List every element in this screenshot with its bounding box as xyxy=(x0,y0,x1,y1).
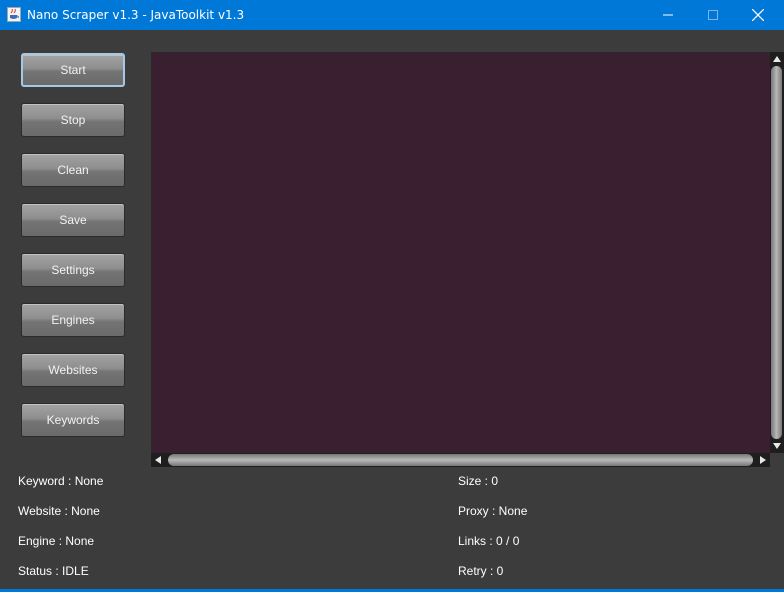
maximize-icon xyxy=(708,10,718,20)
proxy-status: Proxy : None xyxy=(458,504,528,518)
save-button[interactable]: Save xyxy=(21,203,125,237)
scroll-right-icon[interactable] xyxy=(760,456,766,464)
engine-status: Engine : None xyxy=(18,534,95,548)
vertical-scroll-thumb[interactable] xyxy=(771,66,782,439)
minimize-button[interactable] xyxy=(645,0,691,30)
minimize-icon xyxy=(663,14,673,16)
scroll-up-icon[interactable] xyxy=(773,56,781,62)
scroll-down-icon[interactable] xyxy=(773,443,781,449)
horizontal-scrollbar[interactable] xyxy=(151,453,770,467)
keyword-status: Keyword : None xyxy=(18,474,104,488)
links-status: Links : 0 / 0 xyxy=(458,534,520,548)
output-text-area[interactable] xyxy=(151,52,771,454)
horizontal-scroll-thumb[interactable] xyxy=(168,454,753,466)
scroll-corner xyxy=(770,453,784,467)
settings-button[interactable]: Settings xyxy=(21,253,125,287)
websites-button[interactable]: Websites xyxy=(21,353,125,387)
close-icon xyxy=(752,9,764,21)
run-status: Status : IDLE xyxy=(18,564,89,578)
maximize-button[interactable] xyxy=(690,0,736,30)
size-status: Size : 0 xyxy=(458,474,499,488)
start-button[interactable]: Start xyxy=(21,53,125,87)
clean-button[interactable]: Clean xyxy=(21,153,125,187)
close-button[interactable] xyxy=(735,0,781,30)
retry-status: Retry : 0 xyxy=(458,564,504,578)
window-title: Nano Scraper v1.3 - JavaToolkit v1.3 xyxy=(27,8,245,22)
keywords-button[interactable]: Keywords xyxy=(21,403,125,437)
java-app-icon xyxy=(7,7,21,22)
engines-button[interactable]: Engines xyxy=(21,303,125,337)
title-bar: Nano Scraper v1.3 - JavaToolkit v1.3 xyxy=(0,0,784,30)
website-status: Website : None xyxy=(18,504,100,518)
stop-button[interactable]: Stop xyxy=(21,103,125,137)
vertical-scrollbar[interactable] xyxy=(770,52,784,453)
scroll-left-icon[interactable] xyxy=(155,456,161,464)
